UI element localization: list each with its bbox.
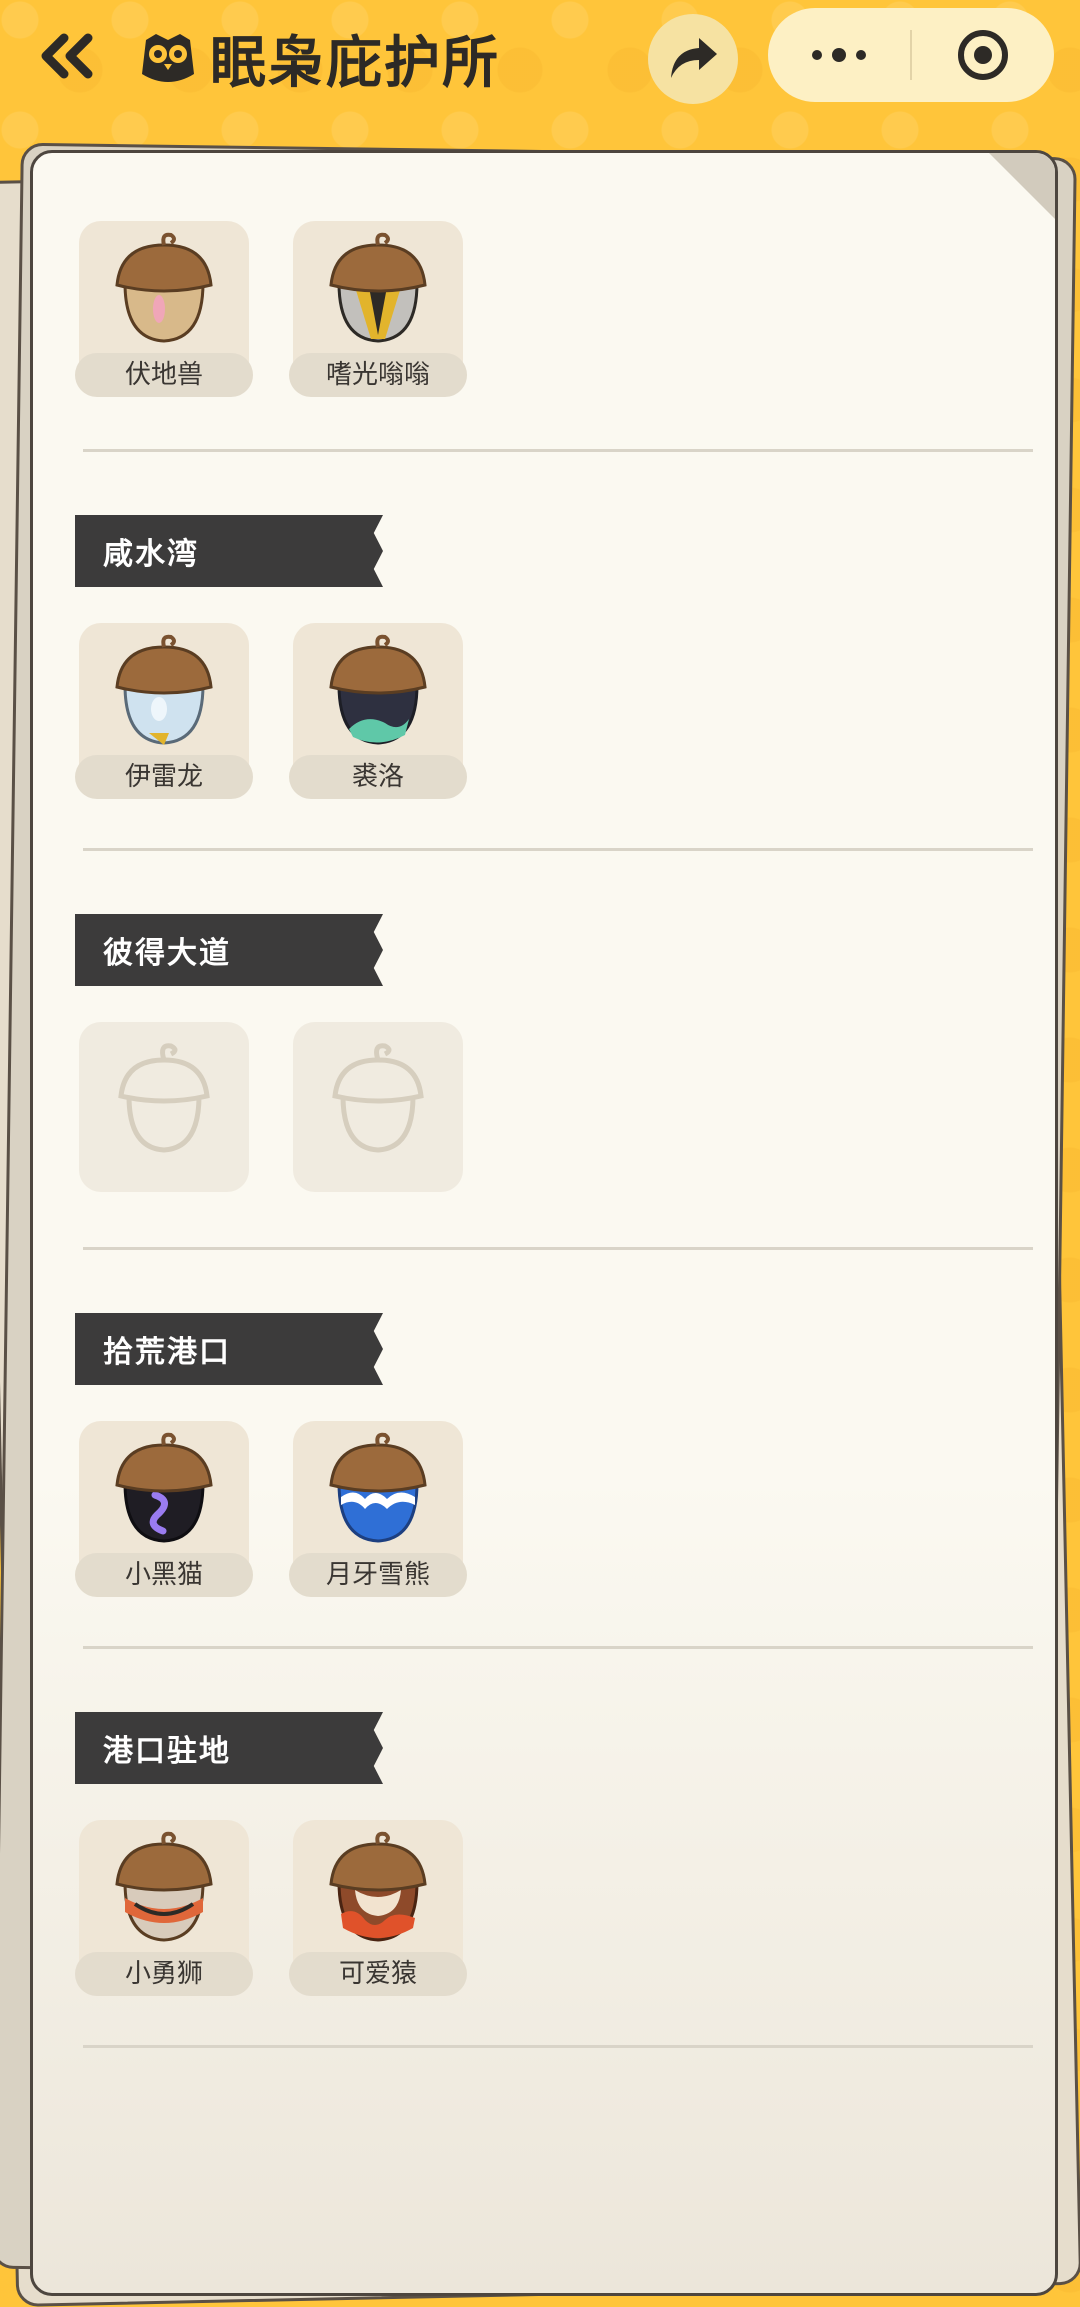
section-title: 拾荒港口 bbox=[103, 1335, 231, 1370]
acorn-black-purple-icon bbox=[115, 1432, 213, 1543]
section-tag: 拾荒港口 bbox=[75, 1313, 383, 1385]
group-divider bbox=[83, 2045, 1033, 2048]
creature-card[interactable]: 伏地兽 bbox=[75, 221, 253, 401]
creature-name: 小勇狮 bbox=[75, 1952, 253, 1996]
acorn-orange-stripe-icon bbox=[115, 1831, 213, 1942]
section-title: 港口驻地 bbox=[103, 1734, 231, 1769]
more-button[interactable] bbox=[768, 8, 910, 102]
creature-name: 伏地兽 bbox=[75, 353, 253, 397]
card-list bbox=[75, 1022, 467, 1202]
card-list: 伊雷龙 裘洛 bbox=[75, 623, 467, 803]
section-title: 咸水湾 bbox=[103, 537, 199, 572]
creature-card[interactable]: 裘洛 bbox=[289, 623, 467, 803]
creature-name: 月牙雪熊 bbox=[289, 1553, 467, 1597]
acorn-striped-icon bbox=[329, 232, 427, 343]
group-divider bbox=[83, 848, 1033, 851]
group-divider bbox=[83, 1646, 1033, 1649]
mini-program-capsule bbox=[768, 8, 1054, 102]
creature-name: 可爱猿 bbox=[289, 1952, 467, 1996]
owl-logo-icon bbox=[142, 34, 194, 82]
creature-card[interactable]: 小勇狮 bbox=[75, 1820, 253, 2000]
creature-name: 伊雷龙 bbox=[75, 755, 253, 799]
creature-card[interactable]: 小黑猫 bbox=[75, 1421, 253, 1601]
creature-card[interactable]: 可爱猿 bbox=[289, 1820, 467, 2000]
collection-group: 拾荒港口 小黑猫 月牙雪熊 bbox=[75, 1313, 467, 1601]
creature-card[interactable]: 月牙雪熊 bbox=[289, 1421, 467, 1601]
card-list: 小黑猫 月牙雪熊 bbox=[75, 1421, 467, 1601]
top-bar: 眠枭庇护所 bbox=[0, 0, 1080, 120]
group-divider bbox=[83, 1247, 1033, 1250]
share-button[interactable] bbox=[648, 14, 738, 104]
folded-corner bbox=[987, 153, 1055, 221]
collection-panel[interactable]: 伏地兽 嗜光嗡嗡 咸水湾 伊雷龙 裘洛 彼得大道 拾荒港口 小黑猫 月牙雪熊 港… bbox=[30, 150, 1058, 2296]
share-arrow-icon bbox=[671, 38, 717, 78]
creature-name: 裘洛 bbox=[289, 755, 467, 799]
creature-card[interactable]: 嗜光嗡嗡 bbox=[289, 221, 467, 401]
page-title: 眠枭庇护所 bbox=[210, 30, 500, 96]
acorn-dark-green-icon bbox=[329, 634, 427, 745]
creature-name bbox=[75, 1154, 253, 1198]
collection-group: 伏地兽 嗜光嗡嗡 bbox=[75, 221, 467, 401]
collection-group: 咸水湾 伊雷龙 裘洛 bbox=[75, 515, 467, 803]
card-list: 伏地兽 嗜光嗡嗡 bbox=[75, 221, 467, 401]
acorn-locked-icon bbox=[332, 1043, 424, 1153]
creature-name: 小黑猫 bbox=[75, 1553, 253, 1597]
section-tag: 彼得大道 bbox=[75, 914, 383, 986]
locked-card[interactable] bbox=[75, 1022, 253, 1202]
acorn-tan-icon bbox=[115, 232, 213, 343]
group-divider bbox=[83, 449, 1033, 452]
creature-name bbox=[289, 1154, 467, 1198]
collection-group: 港口驻地 小勇狮 可爱猿 bbox=[75, 1712, 467, 2000]
back-button[interactable] bbox=[26, 24, 106, 88]
creature-name: 嗜光嗡嗡 bbox=[289, 353, 467, 397]
creature-card[interactable]: 伊雷龙 bbox=[75, 623, 253, 803]
more-dots-icon bbox=[812, 48, 866, 62]
locked-card[interactable] bbox=[289, 1022, 467, 1202]
page-title-group: 眠枭庇护所 bbox=[136, 18, 500, 98]
double-chevron-left-icon bbox=[41, 33, 93, 79]
collection-group: 彼得大道 bbox=[75, 914, 467, 1202]
section-tag: 港口驻地 bbox=[75, 1712, 383, 1784]
acorn-light-blue-icon bbox=[115, 634, 213, 745]
close-button[interactable] bbox=[912, 8, 1054, 102]
acorn-blue-wave-icon bbox=[329, 1432, 427, 1543]
section-title: 彼得大道 bbox=[103, 936, 231, 971]
acorn-locked-icon bbox=[118, 1043, 210, 1153]
section-tag: 咸水湾 bbox=[75, 515, 383, 587]
acorn-red-brown-icon bbox=[329, 1831, 427, 1942]
card-list: 小勇狮 可爱猿 bbox=[75, 1820, 467, 2000]
target-circle-icon bbox=[958, 30, 1008, 80]
